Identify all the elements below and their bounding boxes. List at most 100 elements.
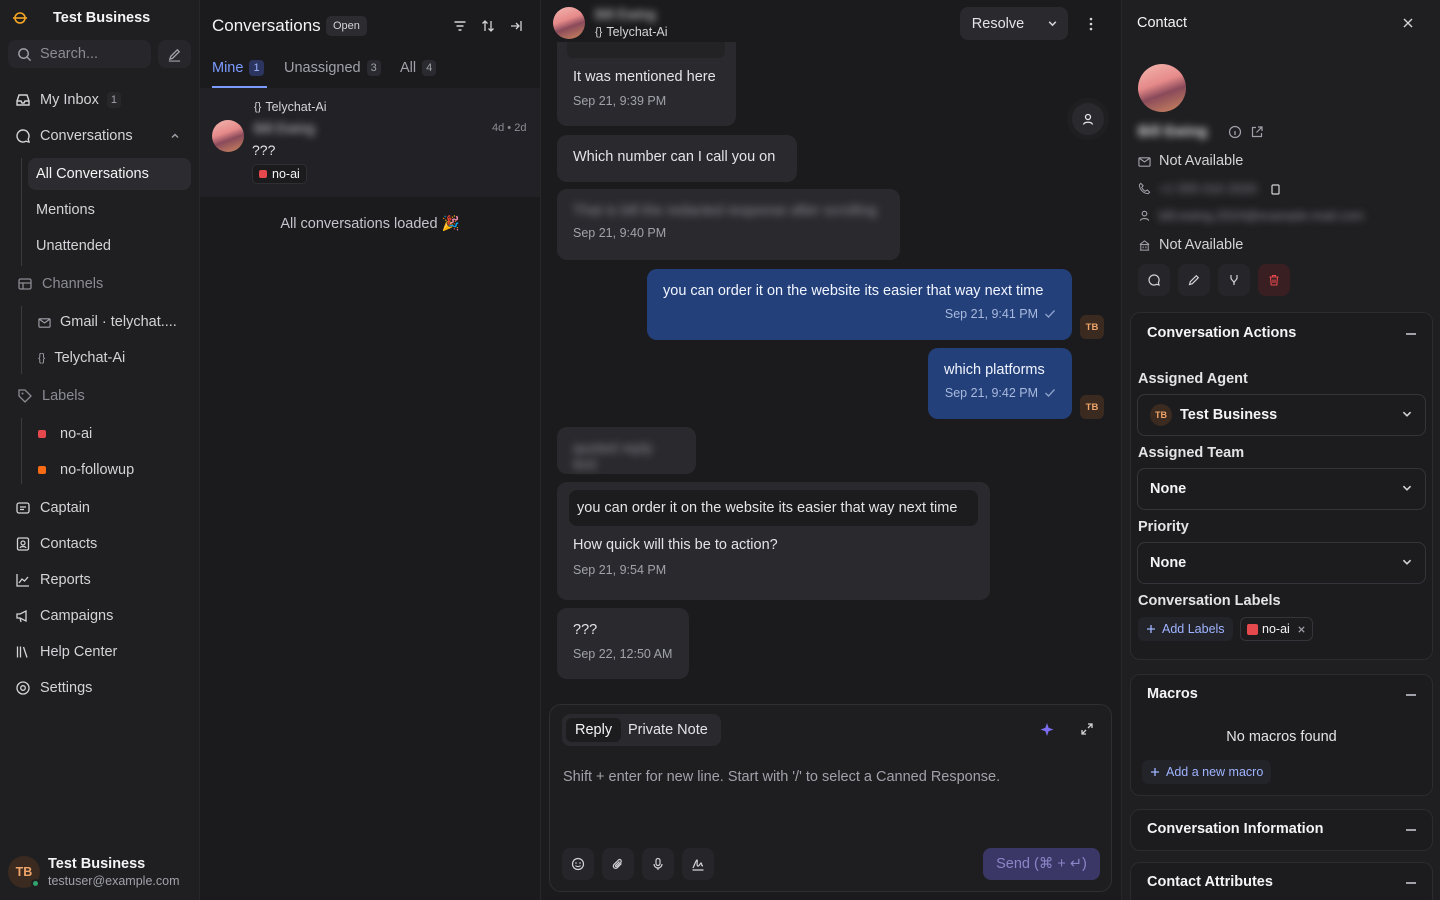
- message-time: Sep 21, 9:42 PM: [944, 386, 1038, 400]
- composer-mode-tabs: Reply Private Note: [562, 714, 721, 746]
- contact-panel-toggle[interactable]: [1067, 98, 1109, 140]
- resolve-button[interactable]: Resolve: [960, 16, 1036, 32]
- nav-unattended[interactable]: Unattended: [28, 230, 191, 262]
- tab-unassigned-label: Unassigned: [284, 60, 361, 76]
- mic-icon: [651, 857, 665, 871]
- nav-channel-telychat[interactable]: {} Telychat-Ai: [30, 342, 193, 374]
- sort-icon[interactable]: [480, 18, 496, 34]
- emoji-icon: [571, 857, 585, 871]
- send-button[interactable]: Send (⌘ + ↵): [983, 848, 1100, 880]
- all-loaded-message: All conversations loaded 🎉: [280, 216, 460, 232]
- tab-reply[interactable]: Reply: [566, 718, 622, 742]
- workspace-name[interactable]: Test Business: [53, 10, 150, 26]
- message-incoming[interactable]: Which number can I call you on: [557, 135, 797, 182]
- message-incoming[interactable]: you can order it on the website its easi…: [557, 482, 990, 600]
- external-link-icon[interactable]: [1250, 125, 1264, 139]
- search-input[interactable]: Search...: [8, 40, 151, 68]
- nav-labels[interactable]: Labels: [10, 380, 194, 412]
- nav-campaigns[interactable]: Campaigns: [8, 600, 192, 632]
- copy-icon[interactable]: [1269, 183, 1281, 195]
- nav-label-no-followup[interactable]: no-followup: [30, 454, 193, 486]
- attach-button[interactable]: [602, 848, 634, 880]
- nav-conversations[interactable]: Conversations: [8, 120, 192, 152]
- add-labels-button[interactable]: Add Labels: [1138, 617, 1233, 641]
- section-title[interactable]: Conversation Actions: [1147, 325, 1296, 341]
- agent-avatar: TB: [1080, 395, 1104, 419]
- more-icon[interactable]: [1082, 15, 1100, 33]
- nav-channels[interactable]: Channels: [10, 268, 194, 300]
- chevron-down-icon[interactable]: [1036, 7, 1068, 40]
- close-icon[interactable]: [1297, 625, 1306, 634]
- nav-my-inbox[interactable]: My Inbox 1: [8, 84, 192, 116]
- collapse-icon[interactable]: [508, 18, 524, 34]
- message-outgoing[interactable]: which platforms Sep 21, 9:42 PM: [928, 348, 1072, 419]
- message-outgoing[interactable]: you can order it on the website its easi…: [647, 269, 1072, 340]
- add-labels-text: Add Labels: [1162, 622, 1225, 636]
- quoted-message[interactable]: you can order it on the website its easi…: [569, 490, 978, 526]
- edit-contact-button[interactable]: [1178, 264, 1210, 296]
- assigned-team-select[interactable]: None: [1137, 468, 1426, 510]
- nav-mentions[interactable]: Mentions: [28, 194, 191, 226]
- nav-settings[interactable]: Settings: [8, 672, 192, 704]
- tab-all-label: All: [400, 60, 417, 76]
- chat-contact-avatar[interactable]: [553, 7, 585, 39]
- merge-contact-button[interactable]: [1218, 264, 1250, 296]
- delete-contact-button[interactable]: [1258, 264, 1290, 296]
- label-color-dot: [38, 466, 46, 474]
- conversation-card[interactable]: {} Telychat-Ai Bill Ewing 4d • 2d ??? no…: [200, 88, 540, 197]
- message-text: quoted reply text: [573, 441, 653, 473]
- message-incoming[interactable]: It was mentioned here Sep 21, 9:39 PM: [557, 42, 736, 126]
- nav-channel-gmail[interactable]: Gmail · telychat....: [30, 306, 193, 338]
- collapse-section-icon[interactable]: [1406, 829, 1416, 831]
- filter-icon[interactable]: [452, 18, 468, 34]
- contact-attributes-section[interactable]: Contact Attributes: [1130, 862, 1433, 900]
- card-contact-name: Bill Ewing: [254, 120, 315, 136]
- nav-label-no-ai[interactable]: no-ai: [30, 418, 193, 450]
- collapse-section-icon[interactable]: [1406, 333, 1416, 335]
- card-last-message: ???: [252, 142, 276, 158]
- compose-button[interactable]: [158, 40, 191, 68]
- nav-all-conversations[interactable]: All Conversations: [28, 158, 191, 190]
- add-macro-button[interactable]: Add a new macro: [1142, 760, 1272, 784]
- message-text: That is bill the redacted response after…: [573, 203, 877, 219]
- nav-captain[interactable]: Captain: [8, 492, 192, 524]
- contact-avatar: [212, 120, 244, 152]
- expand-icon[interactable]: [1080, 722, 1094, 736]
- priority-select[interactable]: None: [1137, 542, 1426, 584]
- sidebar: Test Business Search... My Inbox 1 Conve…: [0, 0, 200, 900]
- user-name: Test Business: [48, 856, 146, 872]
- tab-private-note[interactable]: Private Note: [626, 718, 710, 742]
- nav-contacts[interactable]: Contacts: [8, 528, 192, 560]
- new-message-button[interactable]: [1138, 264, 1170, 296]
- tab-unassigned-count: 3: [366, 60, 381, 76]
- message-incoming[interactable]: ??? Sep 22, 12:50 AM: [557, 608, 689, 679]
- message-incoming[interactable]: quoted reply text: [557, 427, 696, 474]
- voice-button[interactable]: [642, 848, 674, 880]
- nav-reports[interactable]: Reports: [8, 564, 192, 596]
- assigned-agent-select[interactable]: TB Test Business: [1137, 394, 1426, 436]
- section-title[interactable]: Macros: [1147, 686, 1198, 702]
- message-incoming[interactable]: That is bill the redacted response after…: [557, 189, 900, 260]
- status-filter[interactable]: Open: [326, 16, 367, 36]
- label-chip-no-ai: no-ai: [1240, 617, 1313, 641]
- chevron-up-icon[interactable]: [166, 127, 184, 145]
- message-time: Sep 21, 9:39 PM: [573, 94, 667, 108]
- nav-help-center[interactable]: Help Center: [8, 636, 192, 668]
- emoji-button[interactable]: [562, 848, 594, 880]
- tab-mine[interactable]: Mine 1: [212, 60, 264, 76]
- collapse-section-icon[interactable]: [1406, 694, 1416, 696]
- tab-all[interactable]: All 4: [400, 60, 437, 76]
- sparkle-icon[interactable]: [1039, 722, 1055, 738]
- chat-contact-name[interactable]: Bill Ewing: [595, 6, 656, 22]
- close-icon[interactable]: [1402, 17, 1414, 29]
- contact-social-row: bill.ewing.2024@example-mail.com: [1138, 208, 1364, 223]
- collapse-section-icon[interactable]: [1406, 882, 1416, 884]
- info-icon[interactable]: [1228, 125, 1242, 139]
- tab-unassigned[interactable]: Unassigned 3: [284, 60, 381, 76]
- conversation-information-section[interactable]: Conversation Information: [1130, 809, 1433, 851]
- signature-button[interactable]: [682, 848, 714, 880]
- composer-input[interactable]: Shift + enter for new line. Start with '…: [563, 769, 1000, 785]
- online-status-dot: [31, 879, 40, 888]
- inbox-icon: [14, 91, 32, 109]
- nav-channel-telychat-label: Telychat-Ai: [54, 350, 126, 366]
